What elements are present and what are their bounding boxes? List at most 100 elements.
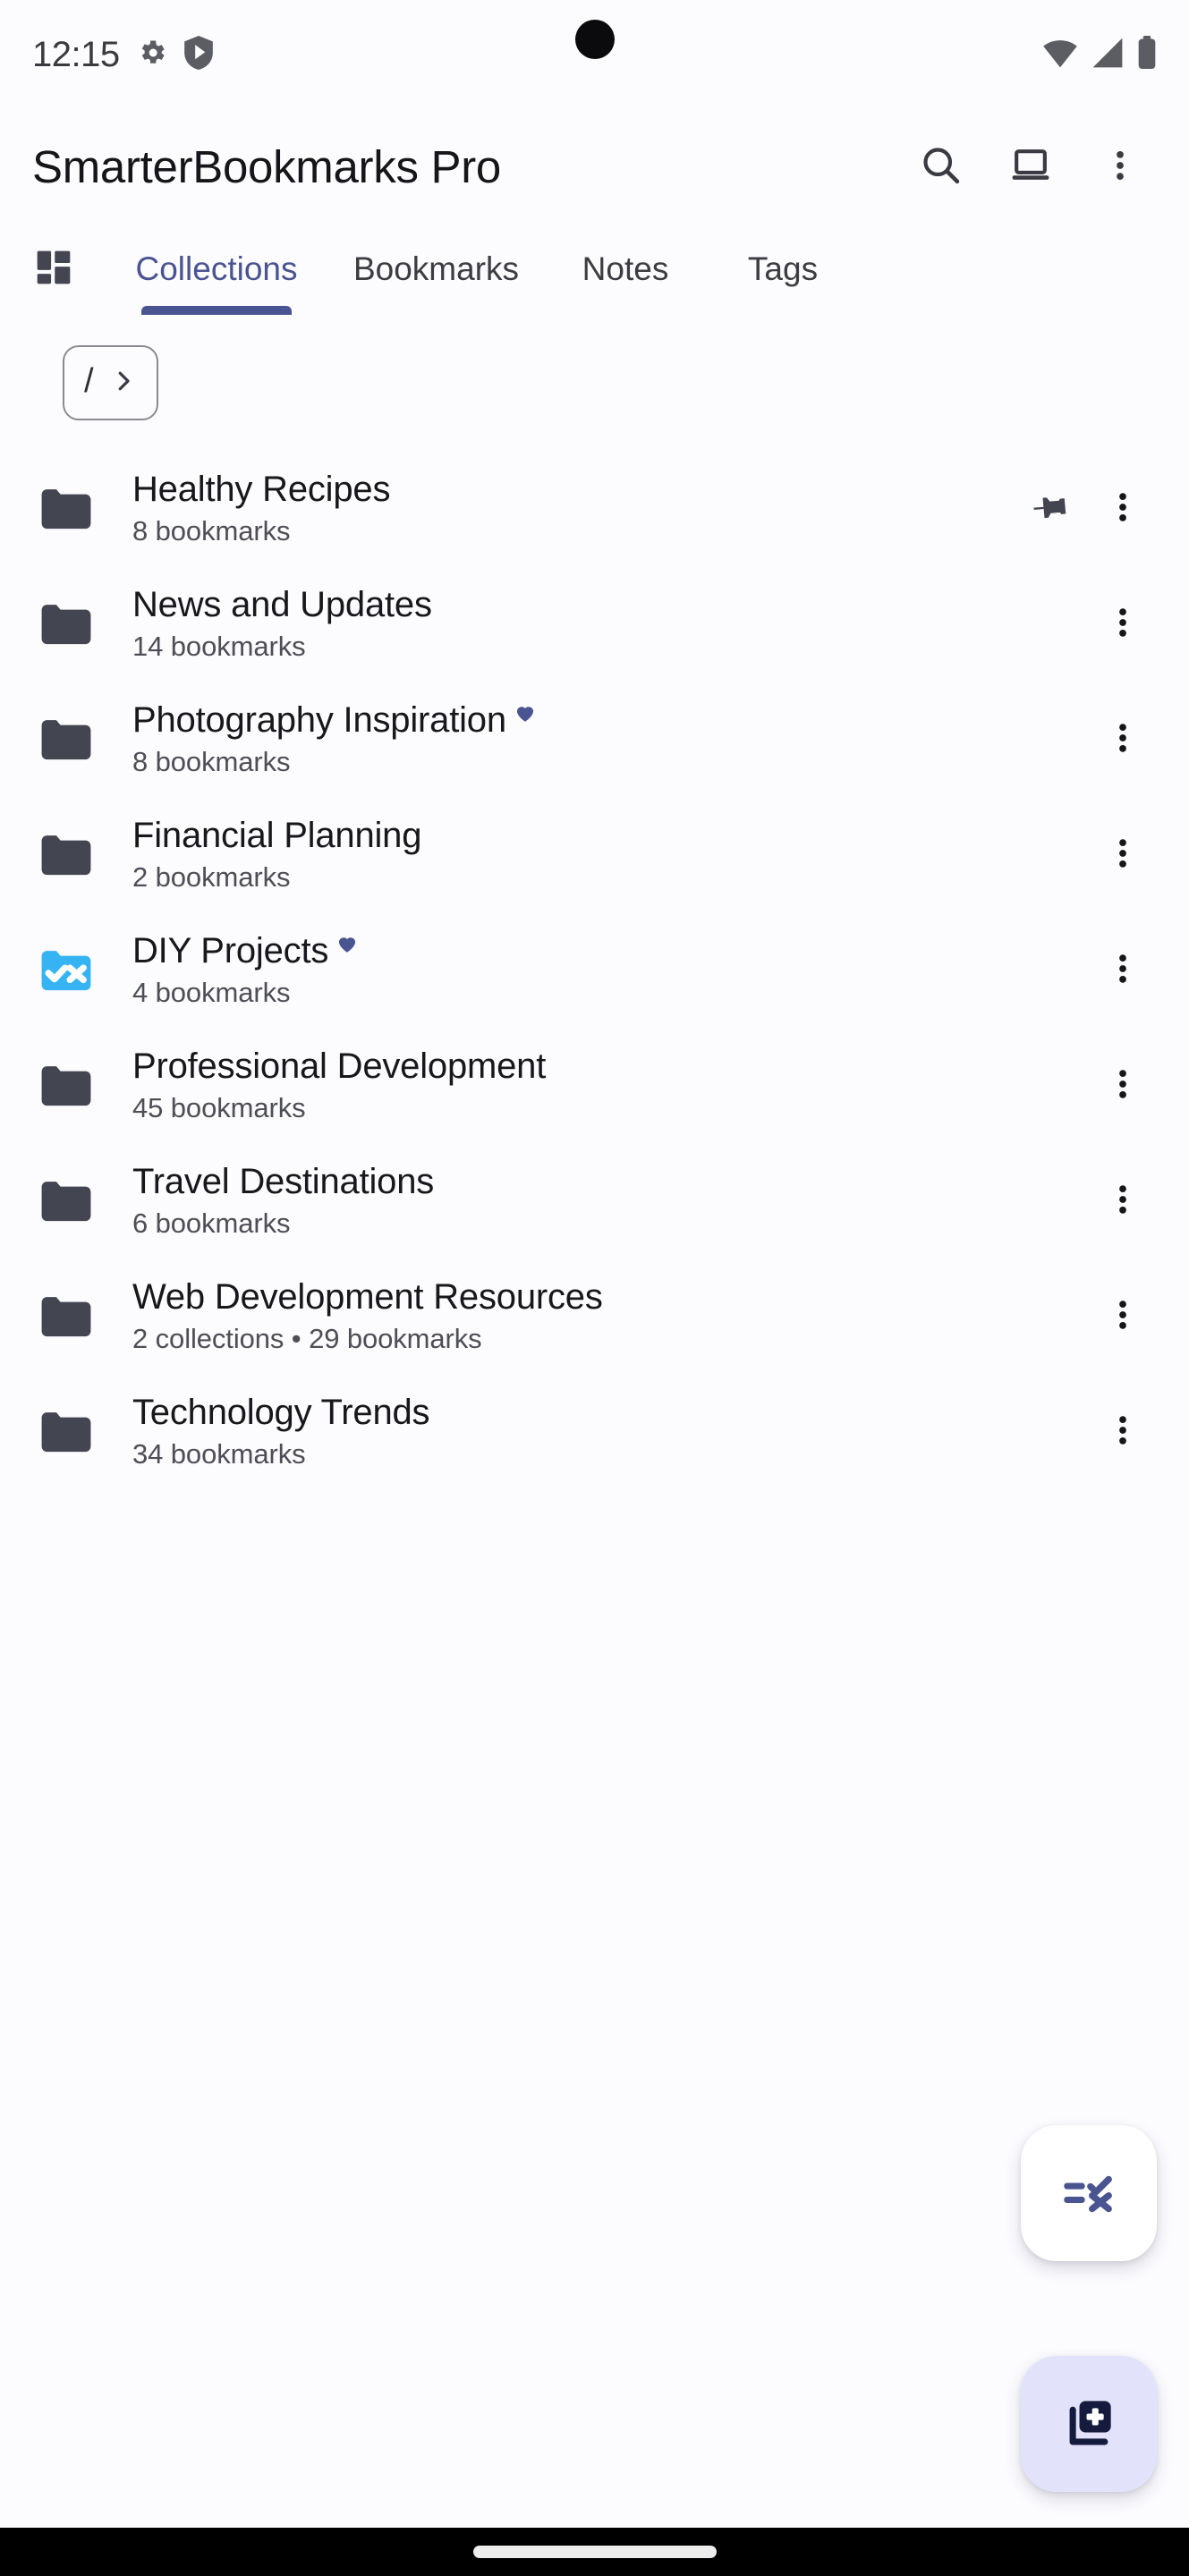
collection-menu-button[interactable] bbox=[1087, 819, 1159, 891]
collection-row[interactable]: DIY Projects 4 bookmarks bbox=[0, 912, 1189, 1028]
tab-notes[interactable]: Notes bbox=[547, 224, 704, 315]
collection-menu-button[interactable] bbox=[1087, 1281, 1159, 1352]
tab-active-indicator bbox=[141, 306, 292, 315]
collection-text: Financial Planning 2 bookmarks bbox=[132, 816, 1087, 894]
collection-text: News and Updates 14 bookmarks bbox=[132, 585, 1087, 663]
page-title: SmarterBookmarks Pro bbox=[32, 140, 501, 192]
more-vert-icon bbox=[1104, 1411, 1142, 1452]
collection-row[interactable]: Technology Trends 34 bookmarks bbox=[0, 1374, 1189, 1489]
tab-dashboard[interactable] bbox=[0, 224, 107, 315]
folder-icon bbox=[0, 1285, 132, 1348]
collections-list: Healthy Recipes 8 bookmarks News and Upda… bbox=[0, 451, 1189, 1489]
collection-row[interactable]: Professional Development 45 bookmarks bbox=[0, 1028, 1189, 1143]
push-pin-icon bbox=[1032, 487, 1071, 530]
collection-text: Travel Destinations 6 bookmarks bbox=[132, 1162, 1087, 1240]
collection-menu-button[interactable] bbox=[1087, 935, 1159, 1006]
collection-subtitle: 34 bookmarks bbox=[132, 1438, 306, 1470]
dashboard-icon bbox=[31, 245, 76, 294]
more-vert-icon bbox=[1104, 1065, 1142, 1106]
collection-title: Healthy Recipes bbox=[132, 470, 1015, 510]
favorite-heart-icon bbox=[335, 924, 359, 964]
playlist-add-check-icon bbox=[1056, 2159, 1122, 2228]
wifi-icon bbox=[1042, 37, 1078, 73]
app-bar: SmarterBookmarks Pro bbox=[0, 109, 1189, 224]
collection-subtitle: 4 bookmarks bbox=[132, 977, 291, 1008]
front-camera-notch bbox=[574, 20, 615, 59]
battery-icon bbox=[1137, 35, 1157, 74]
more-vert-icon bbox=[1104, 604, 1142, 644]
more-vert-icon bbox=[1100, 146, 1140, 188]
collection-title: Web Development Resources bbox=[132, 1277, 1087, 1318]
collection-title-text: Technology Trends bbox=[132, 1393, 430, 1432]
collection-title-text: Web Development Resources bbox=[132, 1277, 603, 1317]
tab-notes-label: Notes bbox=[582, 250, 669, 287]
collection-text: Web Development Resources 2 collections •… bbox=[132, 1277, 1087, 1355]
collection-menu-button[interactable] bbox=[1087, 1396, 1159, 1468]
collection-text: DIY Projects 4 bookmarks bbox=[132, 931, 1087, 1009]
more-vert-icon bbox=[1104, 719, 1142, 759]
more-vert-icon bbox=[1104, 1296, 1142, 1336]
chevron-right-icon bbox=[110, 368, 137, 399]
app-bar-actions bbox=[903, 128, 1159, 205]
collection-title-text: Healthy Recipes bbox=[132, 470, 391, 509]
collection-row[interactable]: News and Updates 14 bookmarks bbox=[0, 566, 1189, 682]
collection-subtitle: 6 bookmarks bbox=[132, 1208, 291, 1239]
collection-row[interactable]: Financial Planning 2 bookmarks bbox=[0, 797, 1189, 912]
collection-title-text: Professional Development bbox=[132, 1046, 547, 1086]
more-vert-icon bbox=[1104, 1181, 1142, 1221]
folder-icon bbox=[0, 1401, 132, 1463]
breadcrumb-root-label: / bbox=[84, 362, 94, 400]
collection-actions bbox=[1087, 1050, 1159, 1122]
status-bar: 12:15 bbox=[0, 0, 1189, 109]
play-shield-icon bbox=[183, 35, 213, 74]
collection-title: Photography Inspiration bbox=[132, 700, 1087, 741]
collection-subtitle: 2 bookmarks bbox=[132, 861, 291, 893]
folder-icon bbox=[0, 708, 132, 771]
tab-collections-label: Collections bbox=[135, 250, 298, 287]
select-mode-fab[interactable] bbox=[1021, 2125, 1157, 2261]
collection-subtitle: 8 bookmarks bbox=[132, 515, 291, 547]
collection-title-text: Financial Planning bbox=[132, 816, 422, 855]
status-bar-left: 12:15 bbox=[32, 35, 213, 75]
collection-title: Financial Planning bbox=[132, 816, 1087, 856]
folder-check-x-icon bbox=[0, 939, 132, 1002]
desktop-view-button[interactable] bbox=[992, 128, 1069, 205]
search-button[interactable] bbox=[903, 128, 980, 205]
collection-row[interactable]: Photography Inspiration 8 bookmarks bbox=[0, 682, 1189, 797]
collection-menu-button[interactable] bbox=[1087, 704, 1159, 775]
collection-menu-button[interactable] bbox=[1087, 1165, 1159, 1237]
collection-menu-button[interactable] bbox=[1087, 589, 1159, 660]
folder-icon bbox=[0, 824, 132, 886]
collection-row[interactable]: Web Development Resources 2 collections •… bbox=[0, 1258, 1189, 1374]
collection-actions bbox=[1087, 704, 1159, 775]
collection-title: DIY Projects bbox=[132, 931, 1087, 971]
more-vert-icon bbox=[1104, 835, 1142, 875]
collection-text: Photography Inspiration 8 bookmarks bbox=[132, 700, 1087, 778]
status-bar-right bbox=[1042, 35, 1157, 74]
collection-row[interactable]: Healthy Recipes 8 bookmarks bbox=[0, 451, 1189, 566]
collection-actions bbox=[1087, 935, 1159, 1006]
collection-subtitle: 45 bookmarks bbox=[132, 1092, 306, 1123]
collection-row[interactable]: Travel Destinations 6 bookmarks bbox=[0, 1143, 1189, 1258]
more-options-button[interactable] bbox=[1082, 128, 1159, 205]
tab-collections[interactable]: Collections bbox=[107, 224, 326, 315]
tab-tags-label: Tags bbox=[747, 250, 819, 287]
folder-icon bbox=[0, 1055, 132, 1117]
tab-tags[interactable]: Tags bbox=[704, 224, 862, 315]
add-collection-fab[interactable] bbox=[1021, 2356, 1157, 2492]
status-bar-clock: 12:15 bbox=[32, 34, 120, 74]
collection-actions bbox=[1087, 1165, 1159, 1237]
collection-menu-button[interactable] bbox=[1087, 473, 1159, 545]
collection-text: Healthy Recipes 8 bookmarks bbox=[132, 470, 1015, 547]
tab-bookmarks[interactable]: Bookmarks bbox=[326, 224, 547, 315]
pin-button[interactable] bbox=[1015, 473, 1087, 545]
folder-icon bbox=[0, 1170, 132, 1233]
collection-subtitle: 2 collections • 29 bookmarks bbox=[132, 1323, 482, 1354]
collection-menu-button[interactable] bbox=[1087, 1050, 1159, 1122]
favorite-heart-icon bbox=[514, 693, 537, 733]
breadcrumb-root-chip[interactable]: / bbox=[63, 345, 158, 420]
collection-actions bbox=[1015, 473, 1159, 545]
gesture-handle[interactable] bbox=[472, 2546, 717, 2558]
more-vert-icon bbox=[1104, 488, 1142, 529]
collection-text: Technology Trends 34 bookmarks bbox=[132, 1393, 1087, 1470]
